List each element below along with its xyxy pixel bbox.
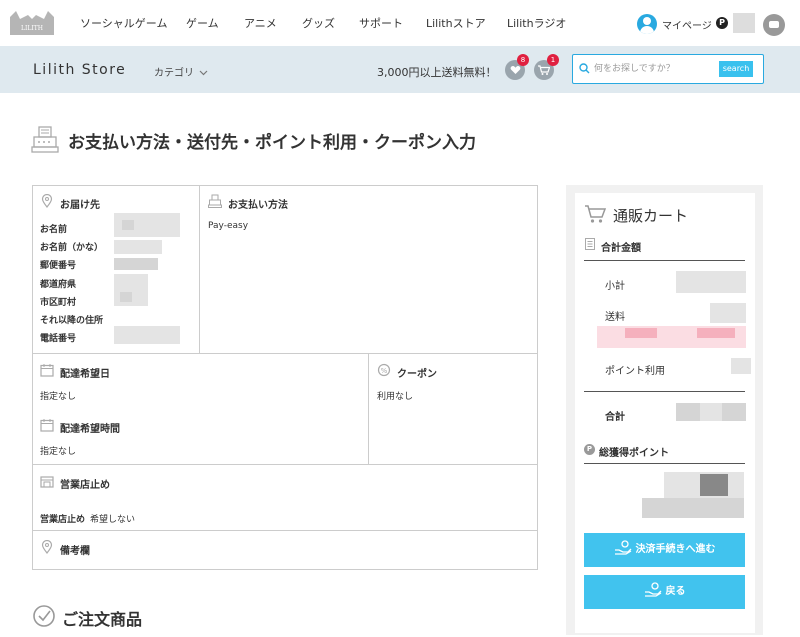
points-icon: P — [716, 17, 728, 29]
redacted-value — [114, 326, 180, 344]
calendar-icon — [40, 364, 54, 377]
remarks-title: 備考欄 — [60, 546, 90, 557]
shipping-label: 送料 — [605, 312, 625, 323]
field-prefecture-label: 都道府県 — [40, 280, 77, 290]
nav-social-games[interactable]: ソーシャルゲーム — [80, 15, 167, 31]
field-kana-label: お名前（かな） — [40, 243, 104, 253]
coupon-value: 利用なし — [377, 392, 414, 402]
payment-method-value: Pay-easy — [208, 221, 249, 231]
delivery-date-value: 指定なし — [40, 392, 77, 402]
heart-icon — [510, 66, 520, 74]
points-value-redacted — [733, 13, 755, 33]
free-shipping-note: 3,000円以上送料無料！ — [377, 66, 497, 79]
cart-title: 通販カート — [613, 207, 689, 225]
field-address-label: それ以降の住所 — [40, 316, 104, 326]
location-pin-icon — [41, 194, 53, 208]
receipt-icon — [585, 238, 595, 250]
field-postal-label: 郵便番号 — [40, 261, 77, 271]
store-bar: Lilith Store カテゴリ 3,000円以上送料無料！ 8 1 sear… — [0, 46, 800, 93]
checkout-button-label: 決済手続きへ進む — [635, 544, 716, 555]
divider — [33, 353, 537, 354]
mypage-link[interactable]: マイページ — [662, 17, 712, 32]
nav-lilith-radio[interactable]: Lilithラジオ — [507, 15, 566, 31]
page-title: お支払い方法・送付先・ポイント利用・クーポン入力 — [68, 133, 476, 153]
delivery-address-title: お届け先 — [60, 200, 100, 211]
nav-anime[interactable]: アニメ — [244, 15, 277, 31]
earned-points-title: 総獲得ポイント — [599, 448, 669, 459]
search-box: search — [572, 54, 764, 84]
redacted-value — [114, 240, 162, 254]
register-icon — [208, 194, 222, 208]
cart-icon — [538, 65, 551, 75]
category-dropdown[interactable]: カテゴリ — [154, 64, 208, 79]
nav-lilith-store[interactable]: Lilithストア — [426, 15, 486, 31]
clock-check-icon — [33, 605, 55, 627]
redacted-value — [697, 328, 735, 338]
divider — [584, 391, 745, 392]
total-label: 合計 — [605, 412, 625, 423]
field-name-label: お名前 — [40, 225, 68, 235]
top-navigation: LILITH ソーシャルゲーム ゲーム アニメ グッズ サポート Lilithス… — [0, 0, 800, 46]
coupon-icon: % — [377, 363, 391, 377]
redacted-value — [710, 303, 746, 323]
total-amount-title: 合計金額 — [601, 243, 641, 254]
nav-goods[interactable]: グッズ — [302, 15, 335, 31]
search-button[interactable]: search — [719, 61, 753, 77]
points-icon: P — [584, 444, 595, 455]
delivery-date-title: 配達希望日 — [60, 369, 110, 380]
chat-icon[interactable] — [763, 14, 785, 36]
divider — [33, 464, 537, 465]
redacted-value — [642, 498, 744, 518]
redacted-value — [122, 220, 134, 230]
divider — [33, 530, 537, 531]
nav-games[interactable]: ゲーム — [186, 15, 219, 31]
calendar-icon — [40, 419, 54, 432]
location-pin-icon — [41, 540, 53, 554]
search-input[interactable] — [594, 61, 714, 77]
redacted-value — [114, 258, 158, 270]
divider — [584, 260, 745, 261]
store-title[interactable]: Lilith Store — [33, 62, 126, 78]
order-items-title: ご注文商品 — [62, 610, 143, 629]
delivery-time-title: 配達希望時間 — [60, 424, 120, 435]
redacted-value — [120, 292, 132, 302]
svg-text:%: % — [381, 367, 388, 375]
store-pickup-label: 営業店止め — [40, 515, 86, 525]
wishlist-count-badge: 8 — [517, 54, 529, 66]
redacted-value — [700, 403, 722, 421]
redacted-value — [731, 358, 751, 374]
cart-icon — [585, 205, 606, 223]
divider — [368, 354, 369, 464]
divider — [199, 186, 200, 354]
cart-count-badge: 1 — [547, 54, 559, 66]
store-pickup-value: 希望しない — [90, 515, 136, 525]
redacted-value — [625, 328, 657, 338]
lilith-logo-icon[interactable]: LILITH — [8, 9, 56, 37]
field-phone-label: 電話番号 — [40, 334, 77, 344]
redacted-value — [700, 474, 728, 496]
chevron-down-icon — [199, 70, 208, 76]
hand-coin-icon — [614, 540, 631, 555]
register-icon — [31, 126, 59, 153]
user-icon[interactable] — [637, 14, 657, 34]
hand-coin-icon — [644, 582, 661, 597]
divider — [584, 463, 745, 464]
field-city-label: 市区町村 — [40, 298, 77, 308]
store-icon — [40, 476, 54, 488]
checkout-button[interactable]: 決済手続きへ進む — [584, 533, 745, 567]
redacted-value — [676, 271, 746, 293]
subtotal-label: 小計 — [605, 281, 625, 292]
svg-text:LILITH: LILITH — [21, 25, 43, 32]
points-use-label: ポイント利用 — [605, 366, 665, 377]
delivery-time-value: 指定なし — [40, 447, 77, 457]
category-label: カテゴリ — [154, 68, 194, 79]
back-button-label: 戻る — [665, 586, 686, 597]
coupon-title: クーポン — [397, 369, 437, 380]
store-pickup-title: 営業店止め — [60, 480, 110, 491]
back-button[interactable]: 戻る — [584, 575, 745, 609]
search-icon — [579, 63, 590, 74]
nav-support[interactable]: サポート — [359, 15, 403, 31]
payment-method-title: お支払い方法 — [228, 200, 288, 211]
